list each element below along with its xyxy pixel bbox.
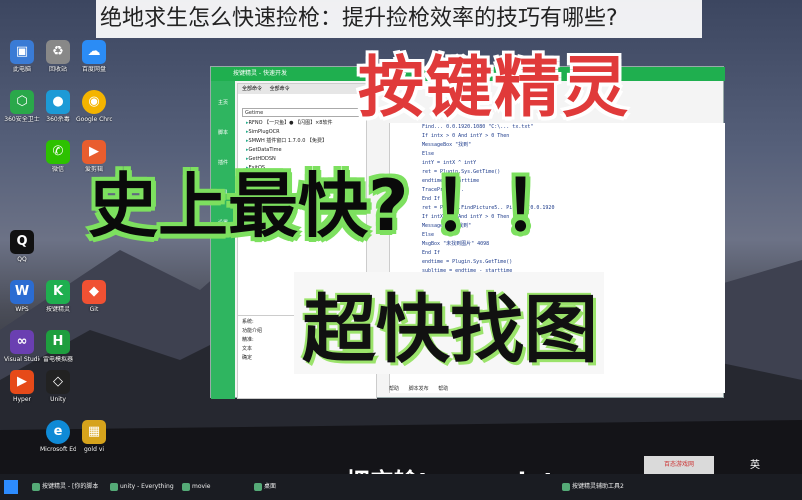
tab-publish[interactable]: 脚本发布 bbox=[409, 386, 429, 392]
slogan-box: 超快找图 bbox=[302, 287, 598, 373]
desktop-icon-edge[interactable]: eMicrosoft Edge bbox=[40, 420, 76, 453]
tray-ime[interactable]: 英 bbox=[750, 456, 760, 471]
desktop-icon-hyper[interactable]: ▶ Hyper bbox=[4, 370, 40, 403]
desktop-icon-git[interactable]: ◆ Git bbox=[76, 280, 112, 313]
desktop-icon-qq[interactable]: Q QQ bbox=[4, 230, 40, 263]
code-line: endtime = Plugin.Sys.GetTime() bbox=[422, 259, 513, 265]
desktop-icon-360-safe[interactable]: ⬡ 360安全卫士 bbox=[4, 90, 40, 123]
bottom-tabs: 帮助 脚本发布 帮助 bbox=[389, 385, 456, 392]
desktop-icon-wps[interactable]: W WPS bbox=[4, 280, 40, 313]
desktop-icon-wechat[interactable]: ✆ 微信 bbox=[40, 140, 76, 173]
desktop-icon-chrome[interactable]: ◉Google Chrome bbox=[76, 90, 112, 123]
watermark: 百态游戏网 bbox=[644, 456, 714, 474]
android-icon: H bbox=[46, 330, 70, 354]
git-icon: ◆ bbox=[82, 280, 106, 304]
penguin-icon: Q bbox=[10, 230, 34, 254]
tab-help-2[interactable]: 帮助 bbox=[438, 386, 448, 392]
command-item[interactable]: SimPlugOCR bbox=[238, 128, 366, 137]
slogan-red: 按键精灵 bbox=[358, 49, 630, 126]
desktop-icon-recycle-bin[interactable]: ♻ 回收站 bbox=[40, 40, 76, 73]
desktop-icon-unity[interactable]: ◇ Unity bbox=[40, 370, 76, 403]
command-item[interactable]: RFNO 【一只鱼】● 【闪图】×8软件 bbox=[238, 119, 366, 128]
code-line: If intx > 0 And intY > 0 Then bbox=[422, 133, 510, 139]
page-title: 绝地求生怎么快速捡枪：提升捡枪效率的技巧有哪些? bbox=[96, 0, 702, 38]
taskbar-item[interactable]: unity - Everything bbox=[108, 478, 178, 496]
tab-all-commands-2[interactable]: 全部命令 bbox=[270, 84, 290, 94]
desktop-icon-this-pc[interactable]: ▣ 此电脑 bbox=[4, 40, 40, 73]
command-item[interactable]: SMWH 插件窗口 1.7.0.0 【免费】 bbox=[238, 137, 366, 146]
taskbar: 按键精灵 - [你的脚本] movie unity - Everything 桌… bbox=[0, 474, 802, 500]
taskbar-item[interactable]: 桌面 bbox=[252, 478, 302, 496]
desktop-icon-emulator[interactable]: H 雷电模拟器 bbox=[40, 330, 76, 363]
slogan-green: 史上最快? ！！ bbox=[88, 165, 573, 247]
shield-icon: ⬡ bbox=[10, 90, 34, 114]
taskbar-item[interactable]: movie bbox=[180, 478, 230, 496]
desktop-icon-vs[interactable]: ∞ Visual Studio bbox=[4, 330, 40, 363]
command-search-input[interactable]: Getime bbox=[242, 108, 362, 117]
terminal-icon: ▶ bbox=[10, 370, 34, 394]
desktop-icon-gold[interactable]: ▦ gold vi bbox=[76, 420, 112, 453]
desktop-icon-360-av[interactable]: ● 360杀毒 bbox=[40, 90, 76, 123]
edge-icon: e bbox=[46, 420, 70, 444]
taskbar-item[interactable]: 按键精灵 - [你的脚本] bbox=[30, 478, 98, 496]
shield-icon: ● bbox=[46, 90, 70, 114]
code-line: MessageBox "找到" bbox=[422, 142, 472, 148]
document-icon: W bbox=[10, 280, 34, 304]
keyboard-icon: K bbox=[46, 280, 70, 304]
desktop-icon-anjian[interactable]: K 按键精灵 bbox=[40, 280, 76, 313]
wechat-icon: ✆ bbox=[46, 140, 70, 164]
archive-icon: ▦ bbox=[82, 420, 106, 444]
tab-help[interactable]: 帮助 bbox=[389, 386, 399, 392]
recycle-icon: ♻ bbox=[46, 40, 70, 64]
unity-icon: ◇ bbox=[46, 370, 70, 394]
desktop-icon-baidu[interactable]: ☁ 百度网盘 bbox=[76, 40, 112, 73]
rail-item-script[interactable]: 脚本 bbox=[211, 111, 235, 141]
chrome-icon: ◉ bbox=[82, 90, 106, 114]
start-button[interactable] bbox=[4, 480, 18, 494]
panel-tabs: 全部命令 全部命令 bbox=[238, 84, 366, 94]
computer-icon: ▣ bbox=[10, 40, 34, 64]
rail-item-home[interactable]: 主页 bbox=[211, 81, 235, 111]
taskbar-item[interactable]: 按键精灵辅助工具2 bbox=[560, 478, 640, 496]
cloud-icon: ☁ bbox=[82, 40, 106, 64]
code-icon: ∞ bbox=[10, 330, 34, 354]
tab-all-commands[interactable]: 全部命令 bbox=[242, 84, 262, 94]
